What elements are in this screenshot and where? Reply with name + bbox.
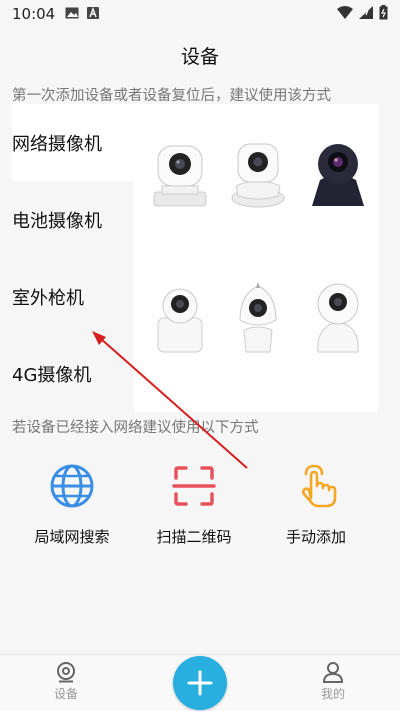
nav-device[interactable]: 设备 [31, 661, 101, 702]
plus-icon [187, 670, 213, 696]
scan-qr-button[interactable]: 扫描二维码 [134, 462, 254, 552]
manual-add-button[interactable]: 手动添加 [256, 462, 376, 552]
connected-hint: 若设备已经接入网络建议使用以下方式 [12, 420, 259, 436]
camera-image-4[interactable] [148, 284, 212, 356]
category-outdoor-camera[interactable]: 室外枪机 [12, 258, 134, 335]
battery-icon [379, 4, 388, 24]
camera-nav-icon [57, 662, 75, 683]
person-icon [322, 662, 344, 683]
globe-icon [50, 464, 94, 508]
camera-gallery[interactable] [134, 104, 378, 412]
signal-icon [359, 5, 373, 23]
hand-tap-icon [301, 464, 337, 508]
nav-me[interactable]: 我的 [298, 661, 368, 702]
add-methods: 局域网搜索 扫描二维码 手动添加 [0, 462, 400, 552]
camera-image-6[interactable] [306, 280, 370, 356]
lan-search-button[interactable]: 局域网搜索 [12, 462, 132, 552]
image-notification-icon [65, 5, 79, 23]
lan-search-label: 局域网搜索 [34, 528, 110, 546]
category-4g-camera[interactable]: 4G摄像机 [12, 335, 134, 412]
nav-device-label: 设备 [53, 687, 78, 701]
app-notification-icon [87, 5, 100, 23]
device-category-panel: 网络摄像机 电池摄像机 室外枪机 4G摄像机 [12, 104, 378, 412]
camera-image-2[interactable] [226, 140, 290, 210]
first-add-hint: 第一次添加设备或者设备复位后，建议使用该方式 [12, 88, 331, 104]
nav-me-label: 我的 [320, 687, 345, 701]
camera-image-5[interactable] [226, 280, 290, 356]
category-battery-camera[interactable]: 电池摄像机 [12, 181, 134, 258]
camera-image-1[interactable] [148, 140, 212, 210]
add-device-button[interactable] [173, 656, 227, 710]
screen: 10:04 设备 第一次添加设备或者设备复位后，建议使用该方式 网络摄像机 电池… [0, 0, 400, 711]
category-network-camera[interactable]: 网络摄像机 [12, 104, 134, 181]
camera-image-3[interactable] [306, 140, 370, 210]
manual-add-label: 手动添加 [285, 528, 346, 546]
status-time: 10:04 [12, 5, 56, 23]
status-icons [337, 4, 388, 24]
scan-icon [172, 466, 216, 506]
scan-qr-label: 扫描二维码 [156, 528, 232, 546]
category-list: 网络摄像机 电池摄像机 室外枪机 4G摄像机 [12, 104, 134, 412]
status-bar: 10:04 [0, 0, 400, 28]
wifi-icon [337, 5, 353, 23]
page-title: 设备 [180, 45, 219, 68]
